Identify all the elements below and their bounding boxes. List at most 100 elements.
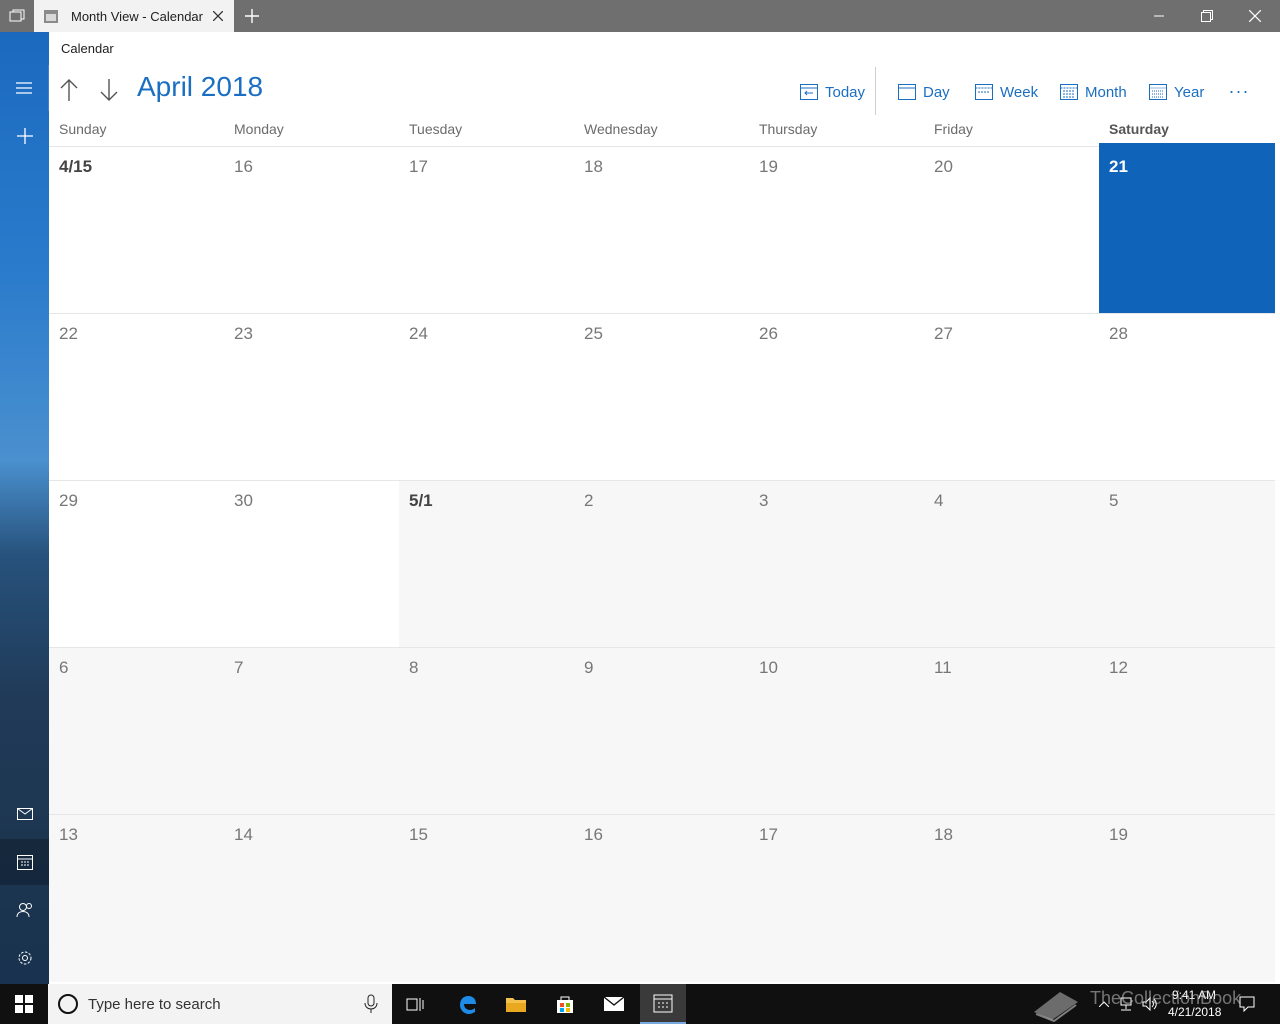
day-number: 6 <box>59 658 69 677</box>
book-logo <box>1034 992 1078 1022</box>
next-month-button[interactable] <box>95 76 123 104</box>
day-cell[interactable]: 4 <box>924 480 1099 647</box>
previous-month-button[interactable] <box>55 76 83 104</box>
browser-tab[interactable]: Month View - Calendar <box>34 0 234 32</box>
day-cell[interactable]: 5/1 <box>399 480 574 647</box>
people-button[interactable] <box>0 887 49 933</box>
day-cell[interactable]: 16 <box>224 146 399 313</box>
tab-close-button[interactable] <box>210 8 226 24</box>
calendar-button[interactable] <box>0 839 49 885</box>
mail-button[interactable] <box>0 791 49 837</box>
day-number: 18 <box>934 825 953 844</box>
day-number: 15 <box>409 825 428 844</box>
day-cell[interactable]: 17 <box>399 146 574 313</box>
new-tab-button[interactable] <box>240 4 264 28</box>
day-cell[interactable]: 27 <box>924 313 1099 480</box>
day-view-button[interactable]: Day <box>897 80 950 104</box>
minimize-button[interactable] <box>1136 0 1182 32</box>
day-cell[interactable]: 5 <box>1099 480 1275 647</box>
watermark-text: TheCollectionBook <box>1090 988 1242 1008</box>
month-title[interactable]: April 2018 <box>137 71 263 103</box>
store-button[interactable] <box>542 984 588 1024</box>
day-number: 16 <box>234 157 253 176</box>
calendar-app-button[interactable] <box>640 984 686 1024</box>
day-cell[interactable]: 15 <box>399 814 574 982</box>
day-cell[interactable]: 6 <box>49 647 224 814</box>
day-cell[interactable]: 22 <box>49 313 224 480</box>
day-cell[interactable]: 9 <box>574 647 749 814</box>
day-cell[interactable]: 12 <box>1099 647 1275 814</box>
calendar-app-icon <box>42 7 60 25</box>
day-cell[interactable]: 30 <box>224 480 399 647</box>
day-cell[interactable]: 17 <box>749 814 924 982</box>
month-view-button[interactable]: Month <box>1059 80 1127 104</box>
windows-logo-icon <box>15 995 33 1013</box>
week-view-button[interactable]: Week <box>974 80 1038 104</box>
minimize-icon <box>1154 15 1164 17</box>
gear-icon <box>18 951 31 965</box>
day-cell[interactable]: 23 <box>224 313 399 480</box>
calendar-icon <box>653 994 673 1013</box>
start-button[interactable] <box>0 984 48 1024</box>
hamburger-icon <box>16 82 32 94</box>
day-cell[interactable]: 28 <box>1099 313 1275 480</box>
day-cell[interactable]: 16 <box>574 814 749 982</box>
new-event-button[interactable] <box>0 113 49 159</box>
day-cell[interactable]: 29 <box>49 480 224 647</box>
day-cell[interactable]: 25 <box>574 313 749 480</box>
plus-icon <box>245 9 259 23</box>
task-view-button[interactable] <box>394 984 438 1024</box>
mail-app-button[interactable] <box>591 984 637 1024</box>
day-cell[interactable]: 2 <box>574 480 749 647</box>
day-number: 17 <box>409 157 428 176</box>
day-number: 11 <box>934 658 952 677</box>
day-cell[interactable]: 3 <box>749 480 924 647</box>
hamburger-menu-button[interactable] <box>0 65 49 111</box>
arrow-up-icon <box>60 79 78 101</box>
today-button[interactable]: Today <box>799 80 865 104</box>
weekday-sunday: Sunday <box>59 121 107 137</box>
day-number: 26 <box>759 324 778 343</box>
day-cell[interactable]: 10 <box>749 647 924 814</box>
notification-icon <box>1239 996 1255 1012</box>
week-label: Week <box>1000 83 1039 101</box>
day-cell[interactable]: 7 <box>224 647 399 814</box>
day-cell[interactable]: 14 <box>224 814 399 982</box>
day-cell[interactable]: 4/15 <box>49 146 224 313</box>
day-number: 19 <box>759 157 778 176</box>
year-view-button[interactable]: Year <box>1148 80 1204 104</box>
day-cell[interactable]: 20 <box>924 146 1099 313</box>
day-cell[interactable]: 11 <box>924 647 1099 814</box>
day-cell[interactable]: 19 <box>749 146 924 313</box>
day-number: 20 <box>934 157 953 176</box>
day-cell[interactable]: 18 <box>574 146 749 313</box>
day-cell[interactable]: 18 <box>924 814 1099 982</box>
day-number: 27 <box>934 324 953 343</box>
day-number: 4 <box>934 491 944 510</box>
file-explorer-button[interactable] <box>493 984 539 1024</box>
day-number: 12 <box>1109 658 1128 677</box>
month-grid: 4/15 16 17 18 19 20 21 22 23 24 25 26 27… <box>49 143 1275 982</box>
settings-button[interactable] <box>0 935 49 981</box>
mail-icon <box>16 808 33 820</box>
title-bar: Month View - Calendar <box>0 0 1280 32</box>
mail-icon <box>603 996 625 1011</box>
microphone-icon[interactable] <box>364 994 378 1014</box>
today-label: Today <box>825 83 866 101</box>
close-window-button[interactable] <box>1232 0 1278 32</box>
more-options-button[interactable]: ··· <box>1226 80 1252 102</box>
day-cell[interactable]: 8 <box>399 647 574 814</box>
tab-overview-button[interactable] <box>0 0 34 32</box>
weekday-thursday: Thursday <box>759 121 818 137</box>
edge-browser-button[interactable] <box>444 984 490 1024</box>
day-cell[interactable]: 13 <box>49 814 224 982</box>
day-cell[interactable]: 26 <box>749 313 924 480</box>
today-cell[interactable]: 21 <box>1099 143 1275 313</box>
day-number: 4/15 <box>59 157 93 176</box>
restore-button[interactable] <box>1184 0 1230 32</box>
tab-title: Month View - Calendar <box>71 8 203 24</box>
taskbar-search-box[interactable]: Type here to search <box>48 984 392 1024</box>
cortana-icon <box>58 994 78 1014</box>
day-cell[interactable]: 19 <box>1099 814 1275 982</box>
day-cell[interactable]: 24 <box>399 313 574 480</box>
